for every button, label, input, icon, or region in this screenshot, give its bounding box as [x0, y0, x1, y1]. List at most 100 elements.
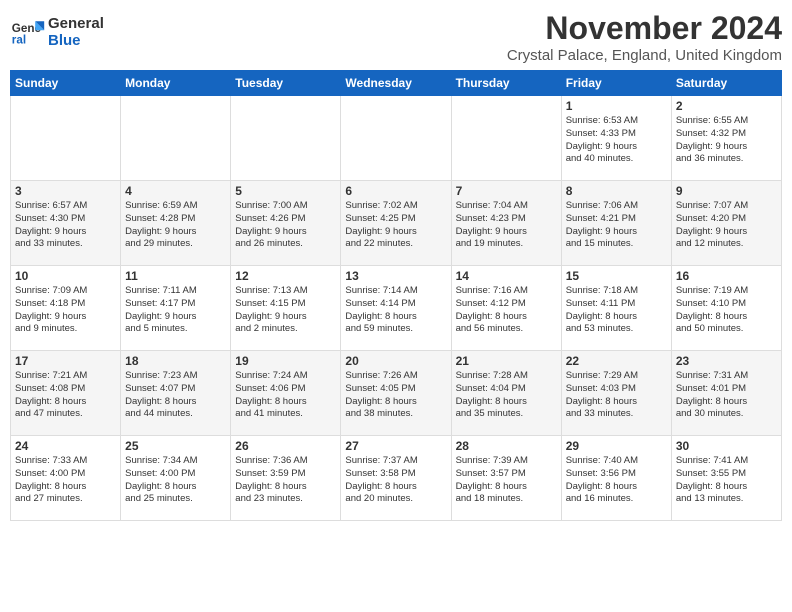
- day-number: 1: [566, 99, 667, 113]
- day-number: 5: [235, 184, 336, 198]
- day-number: 17: [15, 354, 116, 368]
- logo-line2: Blue: [48, 32, 104, 49]
- day-number: 26: [235, 439, 336, 453]
- day-number: 21: [456, 354, 557, 368]
- calendar-cell: 29 Sunrise: 7:40 AM Sunset: 3:56 PM Dayli…: [561, 436, 671, 521]
- calendar-cell: 25Sunrise: 7:34 AM Sunset: 4:00 PM Dayli…: [121, 436, 231, 521]
- location: Crystal Palace, England, United Kingdom: [507, 47, 782, 64]
- calendar-cell: [11, 96, 121, 181]
- day-info: Sunrise: 7:28 AM Sunset: 4:04 PM Dayligh…: [456, 370, 557, 421]
- day-number: 23: [676, 354, 777, 368]
- day-number: 15: [566, 269, 667, 283]
- calendar-cell: 20 Sunrise: 7:26 AM Sunset: 4:05 PM Dayli…: [341, 351, 451, 436]
- calendar-cell: 1 Sunrise: 6:53 AM Sunset: 4:33 PM Daylig…: [561, 96, 671, 181]
- day-info: Sunrise: 7:24 AM Sunset: 4:06 PM Dayligh…: [235, 370, 336, 421]
- calendar-cell: [341, 96, 451, 181]
- day-info: Sunrise: 7:13 AM Sunset: 4:15 PM Dayligh…: [235, 285, 336, 336]
- logo-icon: Gene ral: [10, 14, 46, 50]
- day-info: Sunrise: 7:34 AM Sunset: 4:00 PM Dayligh…: [125, 455, 226, 506]
- weekday-header: Monday: [121, 71, 231, 96]
- day-info: Sunrise: 7:04 AM Sunset: 4:23 PM Dayligh…: [456, 200, 557, 251]
- calendar-cell: 17 Sunrise: 7:21 AM Sunset: 4:08 PM Dayli…: [11, 351, 121, 436]
- day-number: 30: [676, 439, 777, 453]
- day-info: Sunrise: 7:33 AM Sunset: 4:00 PM Dayligh…: [15, 455, 116, 506]
- calendar-cell: 27 Sunrise: 7:37 AM Sunset: 3:58 PM Dayli…: [341, 436, 451, 521]
- calendar-cell: 26 Sunrise: 7:36 AM Sunset: 3:59 PM Dayli…: [231, 436, 341, 521]
- weekday-header: Saturday: [671, 71, 781, 96]
- calendar-cell: 12Sunrise: 7:13 AM Sunset: 4:15 PM Dayli…: [231, 266, 341, 351]
- calendar-cell: 21 Sunrise: 7:28 AM Sunset: 4:04 PM Dayli…: [451, 351, 561, 436]
- calendar-week-row: 10 Sunrise: 7:09 AM Sunset: 4:18 PM Dayli…: [11, 266, 782, 351]
- day-number: 8: [566, 184, 667, 198]
- day-number: 27: [345, 439, 446, 453]
- day-info: Sunrise: 7:09 AM Sunset: 4:18 PM Dayligh…: [15, 285, 116, 336]
- day-number: 2: [676, 99, 777, 113]
- calendar-table: SundayMondayTuesdayWednesdayThursdayFrid…: [10, 70, 782, 521]
- calendar-cell: 18Sunrise: 7:23 AM Sunset: 4:07 PM Dayli…: [121, 351, 231, 436]
- day-info: Sunrise: 6:53 AM Sunset: 4:33 PM Dayligh…: [566, 115, 667, 166]
- calendar-week-row: 1 Sunrise: 6:53 AM Sunset: 4:33 PM Daylig…: [11, 96, 782, 181]
- calendar-cell: 30Sunrise: 7:41 AM Sunset: 3:55 PM Dayli…: [671, 436, 781, 521]
- calendar-cell: 11Sunrise: 7:11 AM Sunset: 4:17 PM Dayli…: [121, 266, 231, 351]
- day-info: Sunrise: 7:18 AM Sunset: 4:11 PM Dayligh…: [566, 285, 667, 336]
- calendar-cell: 3 Sunrise: 6:57 AM Sunset: 4:30 PM Daylig…: [11, 181, 121, 266]
- calendar-cell: 6 Sunrise: 7:02 AM Sunset: 4:25 PM Daylig…: [341, 181, 451, 266]
- calendar-header: SundayMondayTuesdayWednesdayThursdayFrid…: [11, 71, 782, 96]
- day-info: Sunrise: 7:16 AM Sunset: 4:12 PM Dayligh…: [456, 285, 557, 336]
- day-number: 9: [676, 184, 777, 198]
- weekday-header: Sunday: [11, 71, 121, 96]
- page-header: Gene ral General Blue November 2024 Crys…: [10, 10, 782, 64]
- day-number: 6: [345, 184, 446, 198]
- calendar-week-row: 24 Sunrise: 7:33 AM Sunset: 4:00 PM Dayli…: [11, 436, 782, 521]
- calendar-cell: 24 Sunrise: 7:33 AM Sunset: 4:00 PM Dayli…: [11, 436, 121, 521]
- day-info: Sunrise: 7:06 AM Sunset: 4:21 PM Dayligh…: [566, 200, 667, 251]
- day-number: 28: [456, 439, 557, 453]
- day-info: Sunrise: 7:14 AM Sunset: 4:14 PM Dayligh…: [345, 285, 446, 336]
- calendar-cell: 2 Sunrise: 6:55 AM Sunset: 4:32 PM Daylig…: [671, 96, 781, 181]
- calendar-cell: 16 Sunrise: 7:19 AM Sunset: 4:10 PM Dayli…: [671, 266, 781, 351]
- day-info: Sunrise: 7:37 AM Sunset: 3:58 PM Dayligh…: [345, 455, 446, 506]
- calendar-cell: [231, 96, 341, 181]
- calendar-cell: 9 Sunrise: 7:07 AM Sunset: 4:20 PM Daylig…: [671, 181, 781, 266]
- weekday-header: Tuesday: [231, 71, 341, 96]
- day-number: 10: [15, 269, 116, 283]
- day-info: Sunrise: 6:59 AM Sunset: 4:28 PM Dayligh…: [125, 200, 226, 251]
- title-section: November 2024 Crystal Palace, England, U…: [507, 10, 782, 64]
- day-info: Sunrise: 7:21 AM Sunset: 4:08 PM Dayligh…: [15, 370, 116, 421]
- day-number: 29: [566, 439, 667, 453]
- day-number: 16: [676, 269, 777, 283]
- calendar-cell: 14 Sunrise: 7:16 AM Sunset: 4:12 PM Dayli…: [451, 266, 561, 351]
- day-info: Sunrise: 7:40 AM Sunset: 3:56 PM Dayligh…: [566, 455, 667, 506]
- day-info: Sunrise: 6:57 AM Sunset: 4:30 PM Dayligh…: [15, 200, 116, 251]
- day-info: Sunrise: 7:36 AM Sunset: 3:59 PM Dayligh…: [235, 455, 336, 506]
- day-info: Sunrise: 7:00 AM Sunset: 4:26 PM Dayligh…: [235, 200, 336, 251]
- svg-text:ral: ral: [12, 34, 26, 47]
- day-info: Sunrise: 7:23 AM Sunset: 4:07 PM Dayligh…: [125, 370, 226, 421]
- day-number: 20: [345, 354, 446, 368]
- day-number: 3: [15, 184, 116, 198]
- day-number: 22: [566, 354, 667, 368]
- day-number: 24: [15, 439, 116, 453]
- day-info: Sunrise: 7:19 AM Sunset: 4:10 PM Dayligh…: [676, 285, 777, 336]
- calendar-cell: 13 Sunrise: 7:14 AM Sunset: 4:14 PM Dayli…: [341, 266, 451, 351]
- calendar-cell: [451, 96, 561, 181]
- day-info: Sunrise: 7:02 AM Sunset: 4:25 PM Dayligh…: [345, 200, 446, 251]
- day-info: Sunrise: 7:29 AM Sunset: 4:03 PM Dayligh…: [566, 370, 667, 421]
- day-number: 7: [456, 184, 557, 198]
- calendar-week-row: 17 Sunrise: 7:21 AM Sunset: 4:08 PM Dayli…: [11, 351, 782, 436]
- calendar-cell: 8 Sunrise: 7:06 AM Sunset: 4:21 PM Daylig…: [561, 181, 671, 266]
- day-number: 19: [235, 354, 336, 368]
- logo-line1: General: [48, 15, 104, 32]
- day-info: Sunrise: 7:31 AM Sunset: 4:01 PM Dayligh…: [676, 370, 777, 421]
- day-info: Sunrise: 6:55 AM Sunset: 4:32 PM Dayligh…: [676, 115, 777, 166]
- day-info: Sunrise: 7:07 AM Sunset: 4:20 PM Dayligh…: [676, 200, 777, 251]
- calendar-cell: 10 Sunrise: 7:09 AM Sunset: 4:18 PM Dayli…: [11, 266, 121, 351]
- day-info: Sunrise: 7:39 AM Sunset: 3:57 PM Dayligh…: [456, 455, 557, 506]
- calendar-cell: [121, 96, 231, 181]
- day-number: 14: [456, 269, 557, 283]
- day-number: 11: [125, 269, 226, 283]
- day-number: 13: [345, 269, 446, 283]
- day-info: Sunrise: 7:26 AM Sunset: 4:05 PM Dayligh…: [345, 370, 446, 421]
- calendar-cell: 19 Sunrise: 7:24 AM Sunset: 4:06 PM Dayli…: [231, 351, 341, 436]
- calendar-week-row: 3 Sunrise: 6:57 AM Sunset: 4:30 PM Daylig…: [11, 181, 782, 266]
